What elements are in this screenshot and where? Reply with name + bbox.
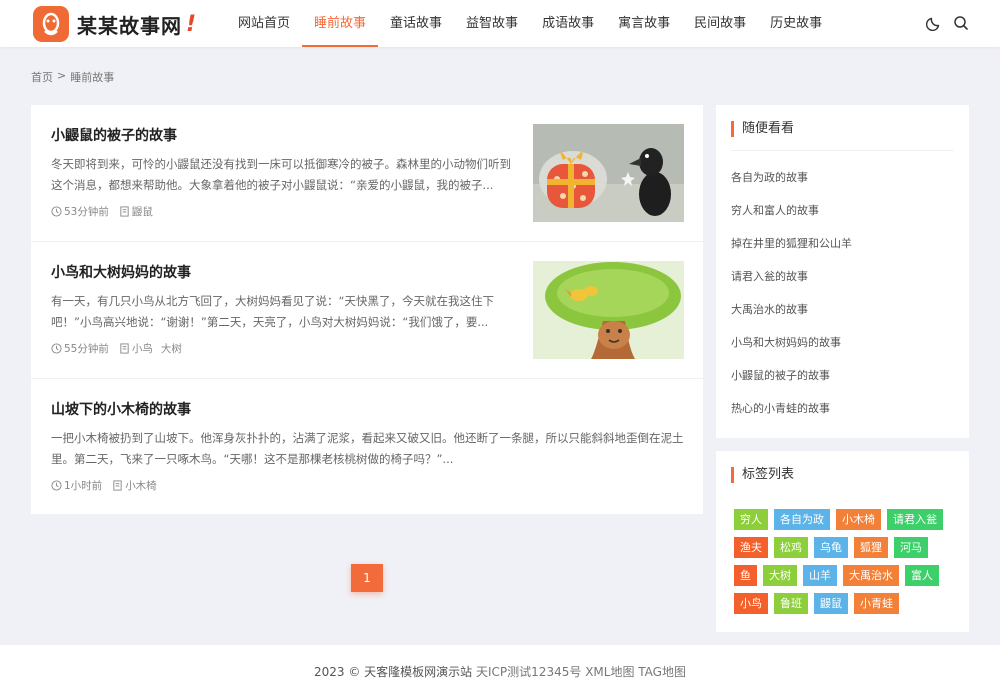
article-title[interactable]: 小鼹鼠的被子的故事 <box>51 125 177 145</box>
document-icon <box>120 343 129 354</box>
article-item: 小鸟和大树妈妈的故事 有一天，有几只小鸟从北方飞回了，大树妈妈看见了说：“天快黑… <box>31 242 703 379</box>
tag-link[interactable]: 小木椅 <box>836 509 881 530</box>
nav-bedtime-stories[interactable]: 睡前故事 <box>302 0 379 47</box>
article-meta: 1小时前 小木椅 <box>51 478 167 493</box>
footer-tag-sitemap-link[interactable]: TAG地图 <box>638 665 686 679</box>
footer-xml-sitemap-link[interactable]: XML地图 <box>585 665 634 679</box>
article-meta: 53分钟前 鼹鼠 <box>51 204 163 219</box>
site-logo[interactable]: 某某故事网 ! <box>33 6 196 42</box>
breadcrumb-separator: > <box>57 69 67 82</box>
document-icon <box>120 206 129 217</box>
document-icon <box>113 480 122 491</box>
nav-folk-stories[interactable]: 民间故事 <box>682 0 758 47</box>
random-widget-title: 随便看看 <box>731 121 794 137</box>
clock-icon <box>51 343 62 354</box>
breadcrumb-home[interactable]: 首页 <box>31 69 53 85</box>
article-item: 小鼹鼠的被子的故事 冬天即将到来，可怜的小鼹鼠还没有找到一床可以抵御寒冷的被子。… <box>31 105 703 242</box>
nav-puzzle-stories[interactable]: 益智故事 <box>454 0 530 47</box>
tag-link[interactable]: 渔夫 <box>734 537 768 558</box>
tag-link[interactable]: 大树 <box>763 565 797 586</box>
tag-link[interactable]: 山羊 <box>803 565 837 586</box>
article-time: 1小时前 <box>64 480 103 492</box>
article-title[interactable]: 小鸟和大树妈妈的故事 <box>51 262 191 282</box>
site-name: 某某故事网 <box>77 13 182 38</box>
search-icon[interactable] <box>953 15 969 31</box>
tag-link[interactable]: 鲁班 <box>774 593 808 614</box>
pagination-page-current[interactable]: 1 <box>351 564 383 592</box>
article-item: 山坡下的小木椅的故事 一把小木椅被扔到了山坡下。他浑身灰扑扑的，沾满了泥浆，看起… <box>31 379 703 516</box>
article-excerpt: 有一天，有几只小鸟从北方飞回了，大树妈妈看见了说：“天快黑了，今天就在我这住下吧… <box>51 294 494 329</box>
nav-history-stories[interactable]: 历史故事 <box>758 0 834 47</box>
tag-link[interactable]: 请君入瓮 <box>887 509 943 530</box>
tag-link[interactable]: 富人 <box>905 565 939 586</box>
article-excerpt: 冬天即将到来，可怜的小鼹鼠还没有找到一床可以抵御寒冷的被子。森林里的小动物们听到… <box>51 157 511 192</box>
random-link[interactable]: 穷人和富人的故事 <box>731 194 852 227</box>
tag-link[interactable]: 乌龟 <box>814 537 848 558</box>
tag-link[interactable]: 松鸡 <box>774 537 808 558</box>
divider <box>731 150 954 151</box>
footer-copyright: 2023 © 天客隆模板网演示站 <box>314 665 473 679</box>
article-time: 55分钟前 <box>64 343 109 355</box>
article-thumbnail[interactable] <box>533 124 684 222</box>
header: 某某故事网 ! 网站首页 睡前故事 童话故事 益智故事 成语故事 寓言故事 民间… <box>0 0 1000 47</box>
tag-link[interactable]: 大禹治水 <box>843 565 899 586</box>
random-link[interactable]: 请君入瓮的故事 <box>731 260 852 293</box>
clock-icon <box>51 206 62 217</box>
article-tag[interactable]: 大树 <box>161 341 182 356</box>
article-meta: 55分钟前 小鸟 大树 <box>51 341 192 356</box>
clock-icon <box>51 480 62 491</box>
article-time: 53分钟前 <box>64 206 109 218</box>
random-link[interactable]: 热心的小青蛙的故事 <box>731 392 852 425</box>
nav-home[interactable]: 网站首页 <box>226 0 302 47</box>
tag-link[interactable]: 狐狸 <box>854 537 888 558</box>
random-link[interactable]: 掉在井里的狐狸和公山羊 <box>731 227 852 260</box>
moon-icon[interactable] <box>925 15 942 32</box>
site-name-exclaim: ! <box>186 11 197 37</box>
article-tag[interactable]: 小木椅 <box>125 478 157 493</box>
nav-idiom-stories[interactable]: 成语故事 <box>530 0 606 47</box>
random-link[interactable]: 大禹治水的故事 <box>731 293 852 326</box>
tag-link[interactable]: 鱼 <box>734 565 757 586</box>
nav-fairy-tales[interactable]: 童话故事 <box>378 0 454 47</box>
random-link[interactable]: 小鼹鼠的被子的故事 <box>731 359 852 392</box>
random-link[interactable]: 各自为政的故事 <box>731 161 852 194</box>
nav-fable-stories[interactable]: 寓言故事 <box>606 0 682 47</box>
random-link[interactable]: 小鸟和大树妈妈的故事 <box>731 326 852 359</box>
logo-icon <box>33 6 69 42</box>
tag-link[interactable]: 河马 <box>894 537 928 558</box>
article-excerpt: 一把小木椅被扔到了山坡下。他浑身灰扑扑的，沾满了泥浆，看起来又破又旧。他还断了一… <box>51 431 684 466</box>
footer-icp-link[interactable]: 天ICP测试12345号 <box>476 665 581 679</box>
footer: 2023 © 天客隆模板网演示站 天ICP测试12345号 XML地图 TAG地… <box>0 645 1000 699</box>
tag-widget-title: 标签列表 <box>731 467 794 483</box>
main-nav: 网站首页 睡前故事 童话故事 益智故事 成语故事 寓言故事 民间故事 历史故事 <box>226 0 834 47</box>
article-tag[interactable]: 鼹鼠 <box>132 204 153 219</box>
breadcrumb: 首页 > 睡前故事 <box>31 69 114 85</box>
article-tag[interactable]: 小鸟 <box>132 341 153 356</box>
article-list: 小鼹鼠的被子的故事 冬天即将到来，可怜的小鼹鼠还没有找到一床可以抵御寒冷的被子。… <box>31 105 703 514</box>
tag-link[interactable]: 小鸟 <box>734 593 768 614</box>
article-thumbnail[interactable] <box>533 261 684 359</box>
tag-link[interactable]: 各自为政 <box>774 509 830 530</box>
breadcrumb-current[interactable]: 睡前故事 <box>70 69 114 85</box>
tag-link[interactable]: 穷人 <box>734 509 768 530</box>
random-widget: 随便看看 各自为政的故事 穷人和富人的故事 掉在井里的狐狸和公山羊 请君入瓮的故… <box>716 105 969 438</box>
random-list: 各自为政的故事 穷人和富人的故事 掉在井里的狐狸和公山羊 请君入瓮的故事 大禹治… <box>731 161 852 425</box>
tag-cloud: 穷人 各自为政 小木椅 请君入瓮渔夫 松鸡 乌龟 狐狸 河马鱼大树 山羊 大禹治水 富人小鸟 鲁班 鼹鼠… <box>734 509 959 621</box>
article-title[interactable]: 山坡下的小木椅的故事 <box>51 399 191 419</box>
tag-link[interactable]: 小青蛙 <box>854 593 899 614</box>
tag-widget: 标签列表 穷人 各自为政 小木椅 请君入瓮 渔夫 松鸡 乌龟 狐狸 河马鱼大树 山羊 大禹治水 富人小… <box>716 451 969 632</box>
tag-link[interactable]: 鼹鼠 <box>814 593 848 614</box>
